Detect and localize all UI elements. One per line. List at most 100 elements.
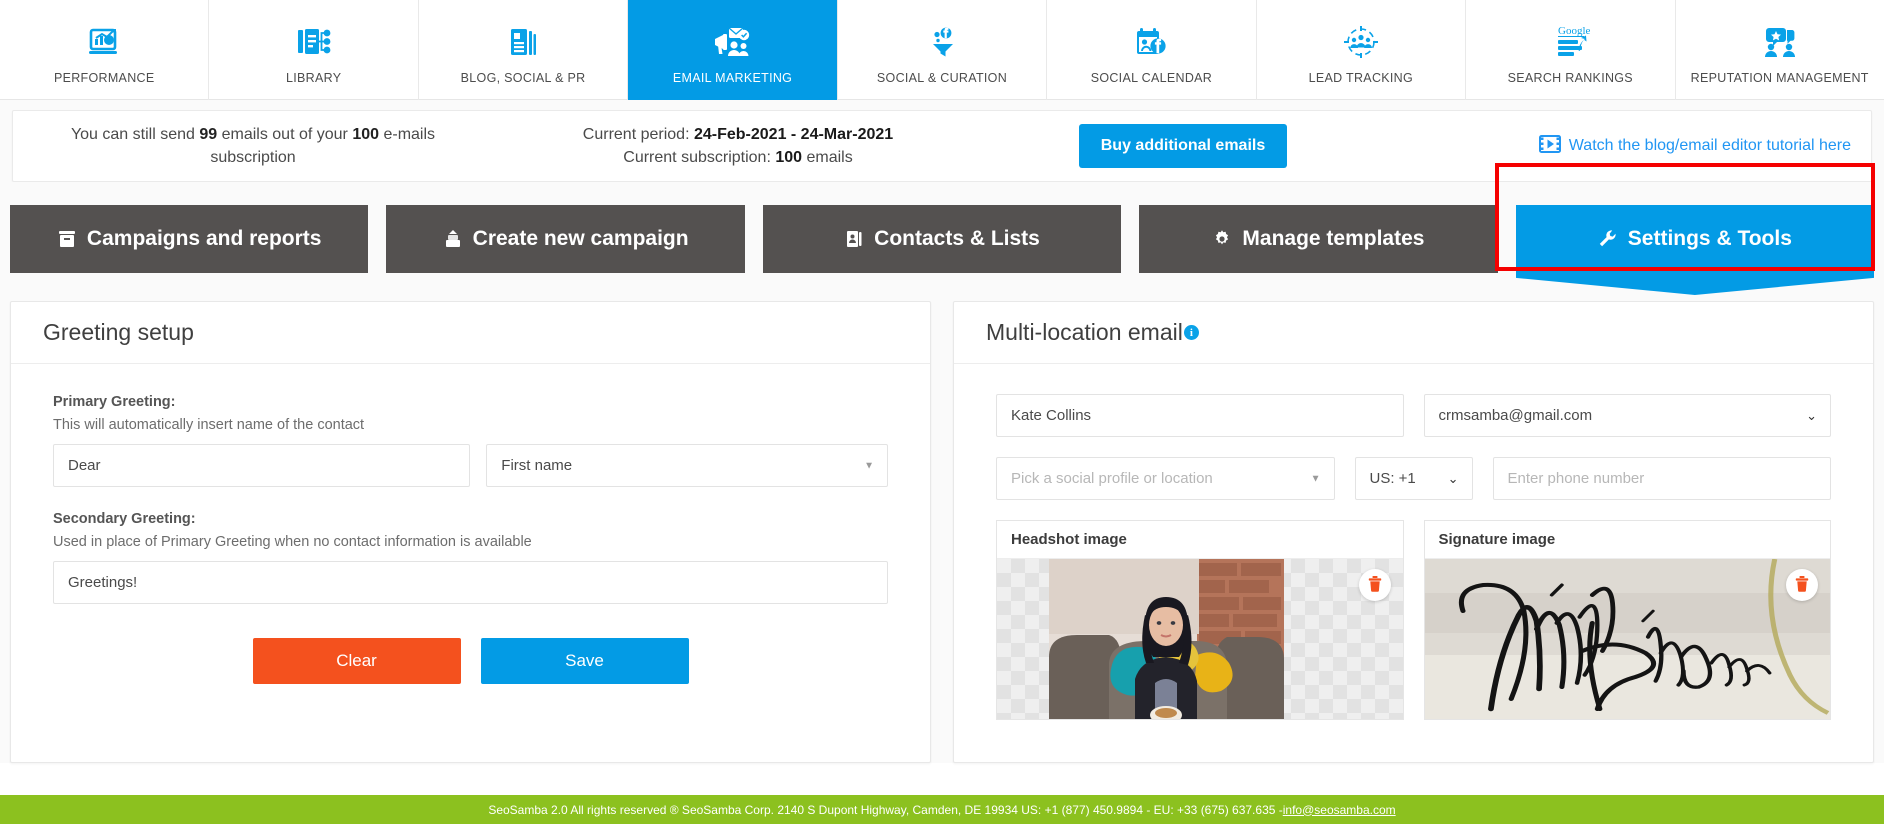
info-icon[interactable]: i	[1183, 325, 1199, 340]
social-profile-select-wrapper: ▼	[996, 457, 1335, 500]
current-subscription-line: Current subscription: 100 emails	[493, 146, 983, 169]
multi-location-email-body: ⌄ ▼ ⌄ Headshot image	[954, 364, 1873, 720]
primary-greeting-row: ▼	[53, 444, 888, 487]
subscription-suffix: emails	[802, 149, 853, 166]
phone-field-wrapper	[1492, 457, 1831, 500]
nav-item-lead-tracking[interactable]: LEAD TRACKING	[1257, 0, 1467, 100]
sender-name-input[interactable]	[996, 394, 1404, 437]
social-funnel-icon	[926, 22, 958, 62]
nav-item-label: BLOG, SOCIAL & PR	[460, 70, 586, 85]
primary-greeting-input[interactable]	[53, 444, 471, 487]
multi-location-email-panel: Multi-location email i ⌄ ▼	[953, 301, 1874, 763]
tab-create-new-campaign[interactable]: Create new campaign	[386, 205, 745, 273]
social-profile-select[interactable]	[996, 457, 1335, 500]
nav-item-label: SEARCH RANKINGS	[1507, 70, 1633, 85]
primary-greeting-label: Primary Greeting:	[53, 394, 176, 410]
period-value: 24-Feb-2021 - 24-Mar-2021	[693, 125, 894, 143]
subscription-value: 100	[775, 149, 803, 166]
name-email-row: ⌄	[996, 394, 1831, 437]
nav-item-email-marketing[interactable]: EMAIL MARKETING	[628, 0, 838, 100]
profile-phone-row: ▼ ⌄	[996, 457, 1831, 500]
greeting-setup-panel: Greeting setup Primary Greeting: This wi…	[10, 301, 931, 763]
greeting-actions: Clear Save	[53, 638, 888, 684]
current-period-line: Current period: 24-Feb-2021 - 24-Mar-202…	[493, 123, 983, 146]
tutorial-link[interactable]: Watch the blog/email editor tutorial her…	[1383, 134, 1871, 158]
nav-item-reputation-management[interactable]: REPUTATION MANAGEMENT	[1676, 0, 1884, 100]
nav-item-performance[interactable]: PERFORMANCE	[0, 0, 210, 100]
tab-label: Settings & Tools	[1627, 227, 1792, 250]
signature-image-box: Signature image	[1423, 520, 1831, 720]
subscription-info-bar-wrapper: You can still send 99 emails out of your…	[0, 100, 1884, 182]
nav-item-library[interactable]: LIBRARY	[209, 0, 419, 100]
blog-article-icon	[508, 22, 538, 62]
nav-item-social-calendar[interactable]: SOCIAL CALENDAR	[1047, 0, 1257, 100]
nav-item-label: PERFORMANCE	[53, 70, 155, 85]
gear-icon	[1212, 229, 1232, 249]
section-tabs: Campaigns and reports Create new campaig…	[10, 205, 1875, 273]
buy-additional-emails-button[interactable]: Buy additional emails	[1078, 124, 1288, 168]
footer-email-link[interactable]: info@seosamba.com	[1283, 803, 1396, 817]
primary-greeting-hint: This will automatically insert name of t…	[53, 417, 365, 433]
nav-item-label: SOCIAL & CURATION	[876, 70, 1008, 85]
social-calendar-icon	[1134, 22, 1168, 62]
inbox-upload-icon	[443, 229, 463, 249]
subscription-info-bar: You can still send 99 emails out of your…	[12, 110, 1872, 182]
sender-email-select[interactable]	[1423, 394, 1831, 437]
page-footer: SeoSamba 2.0 All rights reserved ® SeoSa…	[0, 795, 1884, 824]
buy-emails-wrapper: Buy additional emails	[983, 124, 1383, 168]
wrench-icon	[1598, 229, 1618, 249]
svg-text:Google: Google	[1558, 25, 1590, 37]
nav-item-label: SOCIAL CALENDAR	[1090, 70, 1213, 85]
tab-contacts-and-lists[interactable]: Contacts & Lists	[762, 205, 1122, 273]
delete-signature-button[interactable]	[1786, 569, 1818, 601]
save-button[interactable]: Save	[480, 638, 689, 684]
tab-campaigns-and-reports[interactable]: Campaigns and reports	[10, 205, 369, 273]
tab-manage-templates[interactable]: Manage templates	[1139, 205, 1498, 273]
headshot-image-label: Headshot image	[997, 521, 1403, 559]
trash-icon	[1795, 575, 1809, 595]
primary-greeting-token-select-wrapper: ▼	[486, 444, 888, 487]
trash-icon	[1368, 575, 1382, 595]
email-quota-text: You can still send 99 emails out of your…	[13, 123, 493, 169]
primary-greeting-token-select[interactable]	[486, 444, 888, 487]
name-field-wrapper	[996, 394, 1404, 437]
secondary-greeting-hint: Used in place of Primary Greeting when n…	[53, 534, 532, 550]
signature-photo	[1424, 559, 1830, 719]
phone-number-input[interactable]	[1492, 457, 1831, 500]
lead-target-icon	[1343, 22, 1378, 62]
delete-headshot-button[interactable]	[1358, 569, 1391, 601]
signature-image-label: Signature image	[1424, 521, 1830, 559]
quota-prefix: You can still send	[70, 125, 200, 143]
email-select-wrapper: ⌄	[1423, 394, 1831, 437]
multi-location-title-text: Multi-location email	[986, 319, 1183, 345]
secondary-greeting-label: Secondary Greeting:	[53, 511, 196, 527]
image-boxes-row: Headshot image Signature image	[996, 520, 1831, 720]
nav-item-label: LEAD TRACKING	[1308, 70, 1414, 85]
footer-text: SeoSamba 2.0 All rights reserved ® SeoSa…	[488, 802, 1283, 817]
nav-item-social-curation[interactable]: SOCIAL & CURATION	[838, 0, 1048, 100]
tab-settings-and-tools[interactable]: Settings & Tools	[1515, 205, 1875, 273]
secondary-greeting-input[interactable]	[53, 561, 888, 604]
nav-item-label: LIBRARY	[285, 70, 342, 85]
period-label: Current period:	[582, 125, 694, 143]
nav-item-blog-social-pr[interactable]: BLOG, SOCIAL & PR	[419, 0, 629, 100]
country-code-select[interactable]	[1354, 457, 1473, 500]
signature-image-preview	[1424, 559, 1830, 719]
video-play-icon	[1538, 134, 1561, 158]
greeting-setup-body: Primary Greeting: This will automaticall…	[11, 364, 930, 684]
email-megaphone-icon	[713, 22, 753, 62]
clear-button[interactable]: Clear	[252, 638, 461, 684]
headshot-image-box: Headshot image	[996, 520, 1404, 720]
main-content: Greeting setup Primary Greeting: This wi…	[0, 273, 1884, 763]
tutorial-link-label: Watch the blog/email editor tutorial her…	[1568, 137, 1851, 154]
tab-label: Manage templates	[1242, 227, 1425, 250]
subscription-label: Current subscription:	[623, 149, 776, 166]
tab-label: Create new campaign	[472, 227, 689, 250]
nav-item-search-rankings[interactable]: Google SEARCH RANKINGS	[1466, 0, 1676, 100]
archive-box-icon	[57, 229, 77, 249]
quota-total: 100	[352, 125, 380, 143]
greeting-setup-title: Greeting setup	[11, 302, 930, 364]
multi-location-email-title: Multi-location email i	[954, 302, 1873, 364]
headshot-image-preview	[997, 559, 1403, 719]
google-ranking-icon: Google	[1550, 22, 1590, 62]
